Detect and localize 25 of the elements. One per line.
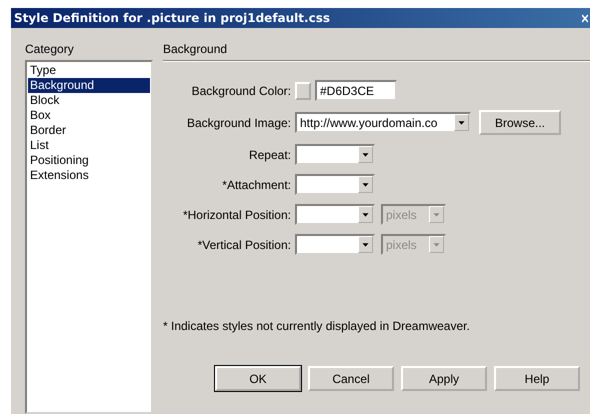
dialog-button[interactable]: OK: [215, 366, 301, 391]
window-title: Style Definition for .picture in proj1default.css: [14, 11, 330, 25]
category-item[interactable]: Extensions: [28, 168, 150, 183]
footnote: * Indicates styles not currently displayed in Dreamweaver.: [163, 319, 471, 333]
category-item[interactable]: List: [28, 138, 150, 153]
category-item[interactable]: Box: [28, 108, 150, 123]
dialog-button[interactable]: Help: [494, 366, 580, 391]
category-item[interactable]: Border: [28, 123, 150, 138]
category-item[interactable]: Background: [28, 78, 150, 93]
field-label: *Horizontal Position:: [182, 208, 291, 222]
category-label: Category: [25, 42, 75, 56]
dialog-button[interactable]: Cancel: [308, 366, 394, 391]
field-label: *Attachment:: [221, 178, 291, 192]
field-label: Background Image:: [186, 116, 291, 130]
dialog-button[interactable]: Apply: [401, 366, 487, 391]
category-item[interactable]: Type: [28, 63, 150, 78]
field-label: Repeat:: [248, 148, 291, 162]
category-item[interactable]: Block: [28, 93, 150, 108]
color-field[interactable]: #D6D3CE: [315, 80, 397, 101]
section-heading: Background: [163, 42, 590, 62]
field-label: *Vertical Position:: [196, 238, 291, 252]
category-item[interactable]: Positioning: [28, 153, 150, 168]
image-url-dropdown[interactable]: http://www.yourdomain.co: [295, 112, 471, 133]
browse-button[interactable]: Browse...: [479, 110, 561, 135]
field-label: Background Color:: [190, 84, 291, 98]
